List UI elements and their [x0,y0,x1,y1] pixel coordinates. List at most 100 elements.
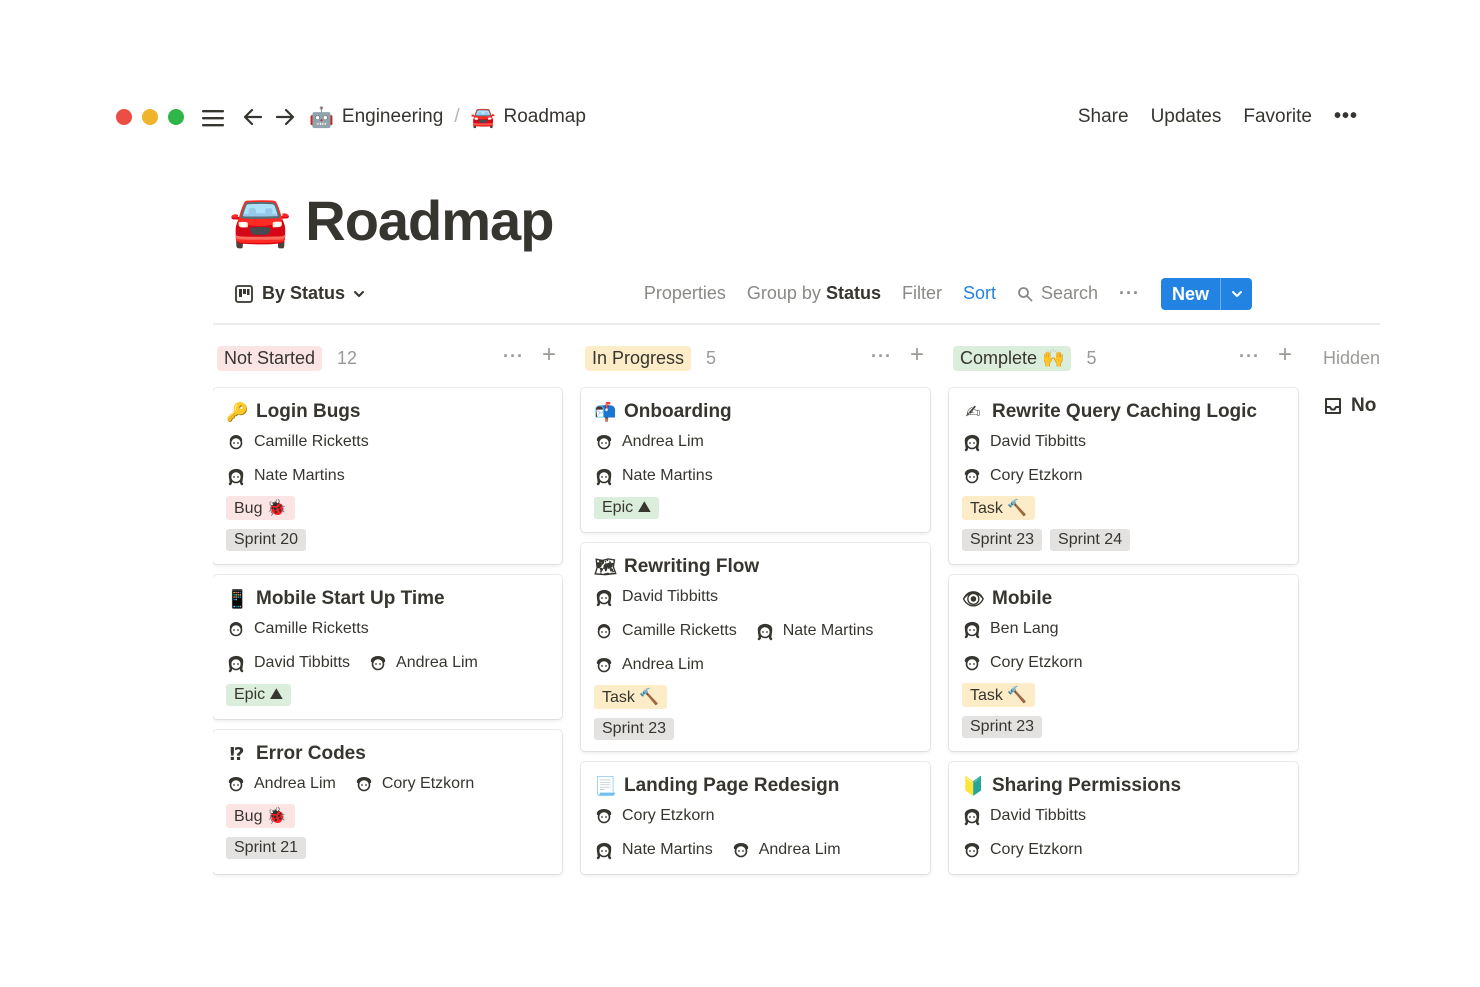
column-add-button[interactable]: + [1278,343,1292,367]
car-icon[interactable]: 🚘 [229,196,291,246]
new-item-button[interactable]: New [1161,278,1221,310]
column-more-button[interactable]: ··· [1239,346,1260,367]
assignee-name: David Tibbitts [622,588,719,605]
board-card[interactable]: 👁 Mobile Ben Lang Cory Etzkorn Task 🔨 Sp… [949,575,1298,751]
assignee-name: David Tibbitts [990,807,1087,824]
card-icon: 📃 [594,775,617,797]
view-selector[interactable]: By Status [234,283,365,304]
column-count: 5 [1086,347,1097,368]
card-title: Onboarding [624,401,732,422]
breadcrumb: 🤖 Engineering / 🚘 Roadmap [309,105,586,129]
assignee: Nate Martins [594,840,713,860]
more-options-button[interactable]: ••• [1334,105,1358,128]
hidden-groups-label[interactable]: Hidden [1323,340,1380,376]
assignee-name: Nate Martins [782,622,874,639]
sprint-tag: Sprint 20 [226,529,307,551]
type-tag: Task 🔨 [594,685,668,709]
column-more-button[interactable]: ··· [503,346,524,367]
column-add-button[interactable]: + [542,343,556,367]
board-card[interactable]: 🔑 Login Bugs Camille Ricketts Nate Marti… [213,388,562,564]
updates-button[interactable]: Updates [1151,106,1222,128]
card-assignees: Nate Martins [594,460,917,492]
card-assignees: Cory Etzkorn [594,800,917,832]
kanban-board: Hidden No Not Started 12 ··· + 🔑 Login B… [213,340,1380,895]
assignee-name: Cory Etzkorn [381,775,475,792]
view-more-button[interactable]: ··· [1119,283,1140,304]
card-assignees: Andrea Lim Cory Etzkorn [226,768,549,800]
assignee: Nate Martins [594,466,713,486]
user-avatar-icon [228,655,244,673]
card-sprint-row: Sprint 20 [226,524,549,556]
column-count: 12 [337,347,358,368]
column-add-button[interactable]: + [910,343,924,367]
card-type-row: Bug 🐞 [226,800,549,832]
hidden-group-label: No [1351,395,1377,416]
sprint-tag: Sprint 23 [962,716,1043,738]
user-avatar-icon [757,623,772,641]
view-name: By Status [262,283,346,303]
group-by-button[interactable]: Group by Status [747,283,881,304]
card-assignees: David Tibbitts [962,800,1285,832]
view-toolbar: By Status Properties Group by Status Fil… [213,275,1380,315]
search-button[interactable]: Search [1017,283,1098,304]
properties-button[interactable]: Properties [644,283,726,304]
board-card[interactable]: 📬 Onboarding Andrea Lim Nate Martins Epi… [581,388,930,532]
page-title[interactable]: Roadmap [305,188,554,253]
assignee: Nate Martins [226,466,345,486]
filter-button[interactable]: Filter [902,283,942,304]
assignee: Cory Etzkorn [354,774,474,794]
card-title-row: ⁉ Error Codes [226,742,549,766]
card-assignees: Cory Etzkorn [962,834,1285,866]
board-card[interactable]: 📱 Mobile Start Up Time Camille Ricketts … [213,575,562,719]
sprint-tag: Sprint 23 [594,718,675,740]
column-status-tag[interactable]: In Progress [585,345,692,371]
card-assignees: Cory Etzkorn [962,460,1285,492]
minimize-window-button[interactable] [142,109,158,125]
card-title: Mobile [992,588,1053,609]
board-card[interactable]: 🗺 Rewriting Flow David Tibbitts Camille … [581,543,930,751]
assignee: Cory Etzkorn [594,806,714,826]
user-avatar-icon [596,435,612,450]
column-status-tag[interactable]: Complete 🙌 [953,345,1072,371]
assignee-name: Andrea Lim [396,654,478,671]
breadcrumb-item-roadmap[interactable]: 🚘 Roadmap [471,105,586,129]
close-window-button[interactable] [116,109,132,125]
user-avatar-icon [964,469,980,484]
board-card[interactable]: ✍ Rewrite Query Caching Logic David Tibb… [949,388,1298,564]
type-tag: Bug 🐞 [226,496,295,520]
board-card[interactable]: ⁉ Error Codes Andrea Lim Cory Etzkorn Bu… [213,730,562,874]
assignee: Camille Ricketts [226,432,369,452]
breadcrumb-item-engineering[interactable]: 🤖 Engineering [309,105,443,129]
search-icon [1018,286,1033,301]
column-more-button[interactable]: ··· [871,346,892,367]
top-actions: Share Updates Favorite ••• [1078,105,1358,128]
column-header: In Progress 5 ··· + [581,340,930,376]
forward-arrow-icon[interactable] [273,105,297,129]
user-avatar-icon [229,435,243,450]
user-avatar-icon [733,843,748,858]
assignee: Cory Etzkorn [962,466,1082,486]
card-icon: 🔰 [962,775,985,797]
hamburger-menu-icon[interactable] [201,107,225,129]
card-sprint-row: Sprint 23 [594,713,917,745]
maximize-window-button[interactable] [168,109,184,125]
favorite-button[interactable]: Favorite [1243,106,1312,128]
user-avatar-icon [597,624,611,639]
board-column-not-started: Not Started 12 ··· + 🔑 Login Bugs Camill… [213,340,562,874]
share-button[interactable]: Share [1078,106,1129,128]
card-title: Rewriting Flow [624,556,760,577]
user-avatar-icon [964,843,980,858]
type-tag: Task 🔨 [962,496,1036,520]
board-view-icon [235,284,253,303]
breadcrumb-label: Engineering [341,106,444,127]
sort-button[interactable]: Sort [963,283,996,304]
new-dropdown-button[interactable] [1221,278,1252,310]
board-card[interactable]: 🔰 Sharing Permissions David Tibbitts Cor… [949,762,1298,874]
new-button: New [1161,278,1252,310]
board-card[interactable]: 📃 Landing Page Redesign Cory Etzkorn Nat… [581,762,930,874]
user-avatar-icon [228,468,244,486]
back-arrow-icon[interactable] [241,105,265,129]
card-assignees: David Tibbitts [594,581,917,613]
hidden-group-no-status[interactable]: No [1323,395,1380,417]
column-status-tag[interactable]: Not Started [217,345,323,371]
